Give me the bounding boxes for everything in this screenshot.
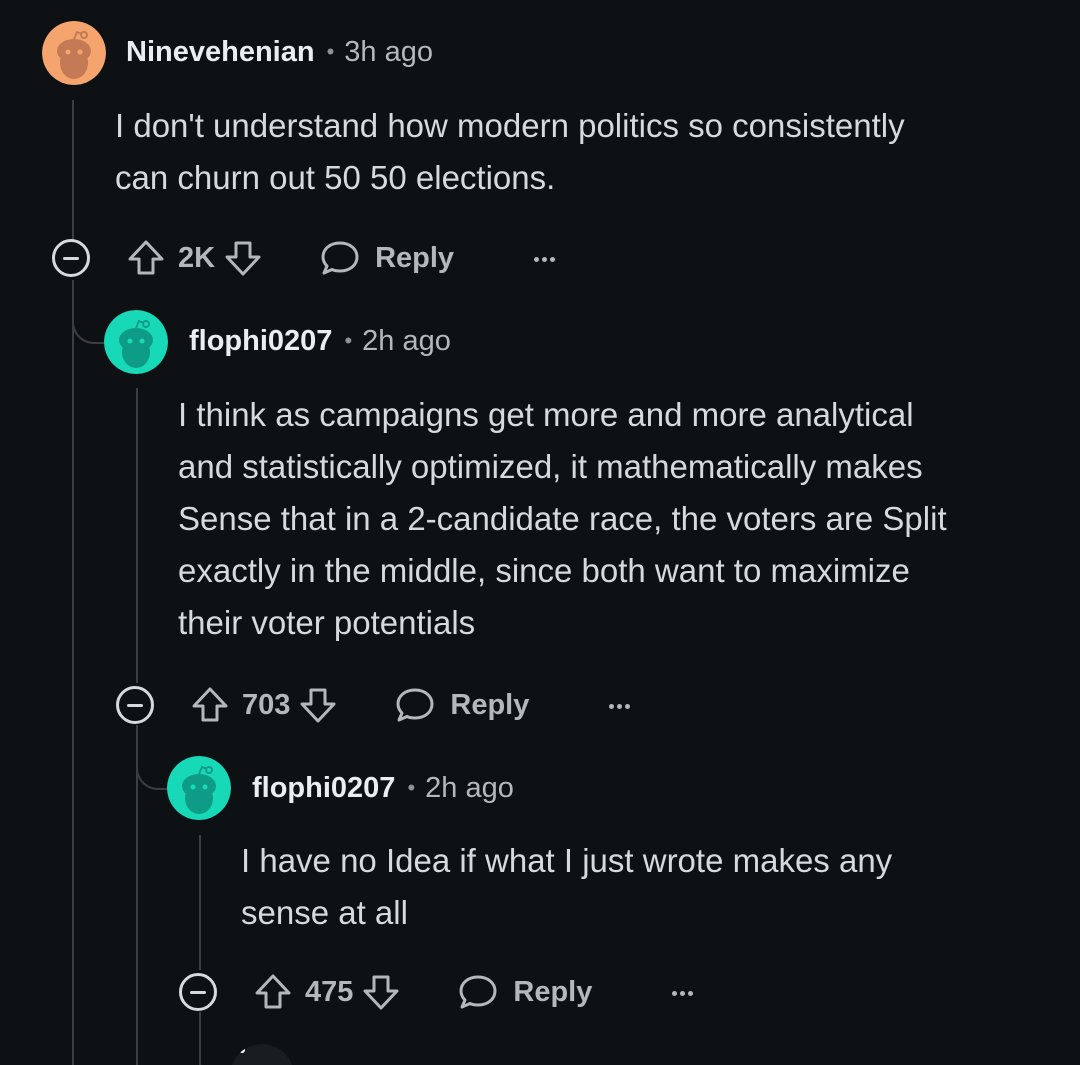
thread-connector bbox=[72, 280, 104, 344]
comment-line: and statistically optimized, it mathemat… bbox=[178, 448, 923, 485]
collapse-button[interactable] bbox=[116, 686, 154, 724]
more-options-button[interactable] bbox=[599, 690, 639, 720]
separator-dot: • bbox=[326, 39, 335, 64]
username[interactable]: flophi0207 bbox=[252, 772, 395, 805]
comment-thread: Ninevehenian • 3h ago I don't understand… bbox=[0, 0, 1080, 1065]
reply-label: Reply bbox=[513, 975, 593, 1008]
comment-actions: 703 Reply bbox=[116, 680, 639, 730]
collapse-minus-icon bbox=[190, 990, 206, 994]
comment-line: exactly in the middle, since both want t… bbox=[178, 552, 910, 589]
avatar[interactable] bbox=[104, 310, 168, 374]
comment-actions: 2K Reply bbox=[52, 233, 564, 283]
upvote-button[interactable] bbox=[253, 972, 293, 1012]
comment-line: sense at all bbox=[241, 894, 408, 931]
speech-bubble-icon bbox=[396, 688, 434, 722]
downvote-button[interactable] bbox=[223, 238, 263, 278]
snoo-avatar-icon bbox=[42, 21, 106, 85]
comment-line: can churn out 50 50 elections. bbox=[115, 159, 556, 196]
thread-line-level-2[interactable] bbox=[199, 835, 201, 970]
comment-header: flophi0207 • 2h ago bbox=[252, 768, 514, 808]
thread-line-level-1[interactable] bbox=[136, 388, 138, 683]
timestamp[interactable]: 2h ago bbox=[425, 772, 514, 805]
vote-score: 2K bbox=[178, 241, 216, 274]
collapse-minus-icon bbox=[63, 256, 79, 260]
collapse-button[interactable] bbox=[52, 239, 90, 277]
downvote-arrow-icon bbox=[225, 241, 261, 276]
comment-line: I have no Idea if what I just wrote make… bbox=[241, 842, 893, 879]
comment-body: I think as campaigns get more and more a… bbox=[178, 389, 1068, 649]
reply-button[interactable]: Reply bbox=[319, 238, 454, 278]
username[interactable]: flophi0207 bbox=[189, 325, 332, 358]
upvote-arrow-icon bbox=[255, 974, 291, 1009]
upvote-button[interactable] bbox=[190, 685, 230, 725]
reply-button[interactable]: Reply bbox=[394, 685, 529, 725]
downvote-button[interactable] bbox=[361, 972, 401, 1012]
collapse-minus-icon bbox=[127, 703, 143, 707]
comment-header: flophi0207 • 2h ago bbox=[189, 321, 451, 361]
thread-line-level-0[interactable] bbox=[72, 280, 74, 1065]
avatar[interactable] bbox=[230, 1044, 294, 1065]
more-options-button[interactable] bbox=[524, 243, 564, 273]
more-dots-icon bbox=[532, 249, 556, 267]
snoo-avatar-icon bbox=[104, 310, 168, 374]
more-dots-icon bbox=[670, 983, 694, 1001]
thread-connector bbox=[199, 1012, 231, 1065]
downvote-arrow-icon bbox=[300, 688, 336, 723]
comment-actions: 475 Reply bbox=[179, 967, 702, 1017]
thread-connector bbox=[136, 725, 168, 790]
separator-dot: • bbox=[344, 328, 353, 353]
comment-body: I don't understand how modern politics s… bbox=[115, 100, 1055, 204]
timestamp[interactable]: 2h ago bbox=[362, 325, 451, 358]
speech-bubble-icon bbox=[321, 241, 359, 275]
upvote-button[interactable] bbox=[126, 238, 166, 278]
username[interactable]: Ninevehenian bbox=[126, 36, 315, 69]
comment-line: I think as campaigns get more and more a… bbox=[178, 396, 914, 433]
timestamp[interactable]: 3h ago bbox=[344, 36, 433, 69]
comment-line: Sense that in a 2-candidate race, the vo… bbox=[178, 500, 947, 537]
snoo-avatar-icon bbox=[167, 756, 231, 820]
more-options-button[interactable] bbox=[662, 977, 702, 1007]
upvote-arrow-icon bbox=[128, 240, 164, 275]
thread-line-level-0[interactable] bbox=[72, 100, 74, 240]
comment-line: their voter potentials bbox=[178, 604, 476, 641]
separator-dot: • bbox=[407, 775, 416, 800]
comment-line: I don't understand how modern politics s… bbox=[115, 107, 905, 144]
comment-body: I have no Idea if what I just wrote make… bbox=[241, 835, 1061, 939]
reply-label: Reply bbox=[375, 241, 455, 274]
snoo-avatar-icon bbox=[231, 1044, 293, 1065]
downvote-arrow-icon bbox=[363, 975, 399, 1010]
speech-bubble-icon bbox=[459, 975, 497, 1009]
vote-score: 475 bbox=[305, 975, 354, 1008]
reply-label: Reply bbox=[450, 688, 530, 721]
reply-button[interactable]: Reply bbox=[457, 972, 592, 1012]
collapse-button[interactable] bbox=[179, 973, 217, 1011]
more-dots-icon bbox=[607, 696, 631, 714]
downvote-button[interactable] bbox=[298, 685, 338, 725]
vote-score: 703 bbox=[242, 688, 291, 721]
upvote-arrow-icon bbox=[192, 687, 228, 722]
avatar[interactable] bbox=[167, 756, 231, 820]
comment-header: Ninevehenian • 3h ago bbox=[126, 32, 433, 72]
avatar[interactable] bbox=[42, 21, 106, 85]
